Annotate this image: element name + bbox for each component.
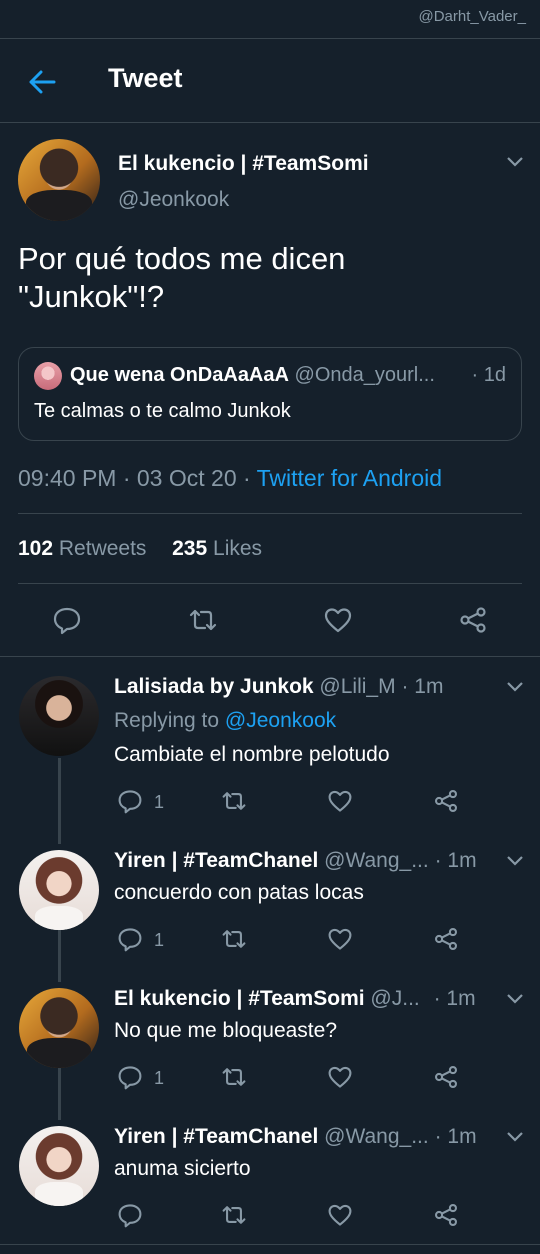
reply-icon[interactable] xyxy=(117,1202,143,1228)
avatar[interactable] xyxy=(18,139,100,221)
reply-icon[interactable] xyxy=(117,926,143,952)
reply-count: 1 xyxy=(154,792,165,812)
watermark: @Darht_Vader_ xyxy=(418,8,526,25)
reply-author-handle[interactable]: @J... xyxy=(370,987,419,1010)
like-icon[interactable] xyxy=(327,1202,353,1228)
reply-count: 1 xyxy=(154,930,165,950)
reply-author-name[interactable]: Yiren | #TeamChanel xyxy=(114,1125,318,1148)
share-icon[interactable] xyxy=(458,605,488,635)
tweet-text: Por qué todos me dicen "Junkok"!? xyxy=(18,240,518,316)
divider xyxy=(18,583,522,584)
likes-label: Likes xyxy=(213,537,263,560)
retweet-icon[interactable] xyxy=(221,1202,247,1228)
chevron-down-icon[interactable] xyxy=(506,855,524,867)
retweets-label: Retweets xyxy=(58,537,147,560)
back-arrow-icon[interactable] xyxy=(26,66,58,98)
retweets-count: 102 xyxy=(18,537,54,560)
divider xyxy=(18,513,522,514)
avatar[interactable] xyxy=(19,850,99,930)
replying-to-label: Replying to xyxy=(114,709,220,732)
reply-count: 1 xyxy=(154,1068,165,1088)
quote-author-name: Que wena OnDaAaAaA xyxy=(70,364,289,386)
replying-to-handle[interactable]: @Jeonkook xyxy=(225,709,336,732)
reply-text: No que me bloqueaste? xyxy=(114,1019,337,1042)
likes-stat[interactable]: 235 Likes xyxy=(172,537,262,560)
reply-header: Yiren | #TeamChanel @Wang_... · 1m xyxy=(114,849,477,873)
top-bar: Tweet xyxy=(0,38,540,123)
share-icon[interactable] xyxy=(433,1202,459,1228)
divider xyxy=(0,656,540,657)
likes-count: 235 xyxy=(172,537,208,560)
thread-line xyxy=(58,1068,61,1120)
tweet-meta: 09:40 PM · 03 Oct 20 · Twitter for Andro… xyxy=(18,465,442,492)
reply-header: Yiren | #TeamChanel @Wang_... · 1m xyxy=(114,1125,477,1149)
retweets-stat[interactable]: 102 Retweets xyxy=(18,537,146,560)
quote-time: · 1d xyxy=(471,364,506,386)
reply-icon[interactable] xyxy=(52,605,82,635)
like-icon[interactable] xyxy=(327,1064,353,1090)
chevron-down-icon[interactable] xyxy=(506,681,524,693)
author-name[interactable]: El kukencio | #TeamSomi xyxy=(118,152,369,176)
share-icon[interactable] xyxy=(433,926,459,952)
retweet-icon[interactable] xyxy=(188,605,218,635)
like-icon[interactable] xyxy=(327,788,353,814)
retweet-icon[interactable] xyxy=(221,788,247,814)
reply-author-name[interactable]: El kukencio | #TeamSomi xyxy=(114,987,365,1010)
chevron-down-icon[interactable] xyxy=(506,993,524,1005)
reply-text: concuerdo con patas locas xyxy=(114,881,364,904)
thread-line xyxy=(58,758,61,844)
like-icon[interactable] xyxy=(327,926,353,952)
avatar[interactable] xyxy=(19,988,99,1068)
chevron-down-icon[interactable] xyxy=(506,156,524,168)
reply-author-name[interactable]: Yiren | #TeamChanel xyxy=(114,849,318,872)
author-handle[interactable]: @Jeonkook xyxy=(118,188,229,212)
chevron-down-icon[interactable] xyxy=(506,1131,524,1143)
reply-header: El kukencio | #TeamSomi @J... · 1m xyxy=(114,987,476,1011)
tweet-client-link[interactable]: Twitter for Android xyxy=(257,465,442,491)
reply-time: · 1m xyxy=(433,987,476,1010)
tweet-text-line: "Junkok"!? xyxy=(18,279,165,314)
reply-text: Cambiate el nombre pelotudo xyxy=(114,743,390,766)
reply-icon[interactable] xyxy=(117,1064,143,1090)
reply-text: anuma sicierto xyxy=(114,1157,251,1180)
page-title: Tweet xyxy=(108,63,183,93)
retweet-icon[interactable] xyxy=(221,926,247,952)
reply-author-name[interactable]: Lalisiada by Junkok xyxy=(114,675,314,698)
reply-time: · 1m xyxy=(434,849,477,872)
reply-header: Lalisiada by Junkok @Lili_M · 1m xyxy=(114,675,443,699)
share-icon[interactable] xyxy=(433,1064,459,1090)
like-icon[interactable] xyxy=(323,605,353,635)
divider xyxy=(0,1244,540,1245)
reply-icon[interactable] xyxy=(117,788,143,814)
tweet-timestamp: 09:40 PM · 03 Oct 20 · xyxy=(18,465,251,491)
share-icon[interactable] xyxy=(433,788,459,814)
tweet-stats: 102 Retweets 235 Likes xyxy=(18,537,262,561)
reply-author-handle[interactable]: @Wang_... xyxy=(324,1125,429,1148)
tweet-text-line: Por qué todos me dicen xyxy=(18,241,346,276)
replying-to: Replying to @Jeonkook xyxy=(114,709,336,733)
quote-text: Te calmas o te calmo Junkok xyxy=(34,400,291,422)
avatar xyxy=(34,362,62,390)
reply-time: · 1m xyxy=(401,675,444,698)
quoted-tweet[interactable]: Que wena OnDaAaAaA @Onda_yourl... · 1d T… xyxy=(18,347,522,441)
reply-time: · 1m xyxy=(434,1125,477,1148)
retweet-icon[interactable] xyxy=(221,1064,247,1090)
avatar[interactable] xyxy=(19,1126,99,1206)
thread-line xyxy=(58,930,61,982)
avatar[interactable] xyxy=(19,676,99,756)
quote-author-handle: @Onda_yourl... xyxy=(294,364,435,386)
reply-author-handle[interactable]: @Lili_M xyxy=(319,675,395,698)
reply-author-handle[interactable]: @Wang_... xyxy=(324,849,429,872)
